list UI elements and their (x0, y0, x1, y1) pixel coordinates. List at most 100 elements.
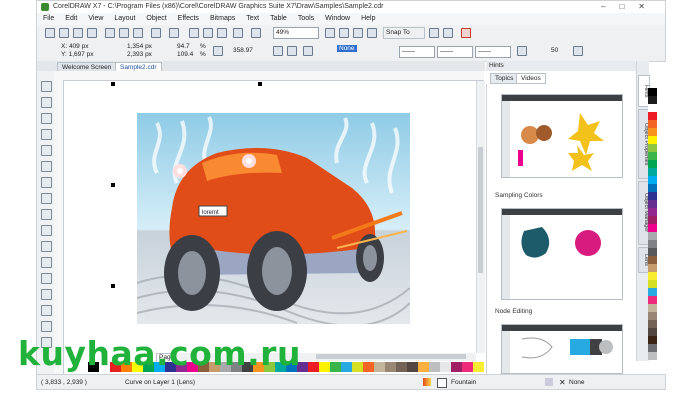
rectangle-tool-icon[interactable] (41, 177, 52, 188)
hint-label-node-editing[interactable]: Node Editing (495, 308, 532, 315)
selection-handle[interactable] (258, 82, 262, 86)
video-thumbnail[interactable] (501, 208, 623, 300)
palette-swatch[interactable] (648, 176, 657, 184)
tab-videos[interactable]: Videos (516, 73, 546, 84)
copy-icon[interactable] (119, 28, 129, 38)
redo-icon[interactable] (169, 28, 179, 38)
pick-tool-icon[interactable] (41, 81, 52, 92)
palette-swatch[interactable] (648, 352, 657, 360)
save-icon[interactable] (73, 28, 83, 38)
scroll-thumb[interactable] (316, 354, 466, 359)
menu-window[interactable]: Window (325, 15, 350, 22)
end-arrowhead-combo[interactable]: —— (475, 46, 511, 58)
palette-swatch[interactable] (396, 362, 407, 372)
rotation-angle-field[interactable]: 358.97 (233, 47, 253, 54)
palette-swatch[interactable] (648, 344, 657, 352)
welcome-screen-icon[interactable] (443, 28, 453, 38)
menu-edit[interactable]: Edit (65, 15, 77, 22)
outline-width-combo[interactable]: None (337, 45, 357, 52)
search-content-icon[interactable] (189, 28, 199, 38)
connector-tool-icon[interactable] (41, 257, 52, 268)
full-screen-icon[interactable] (325, 28, 335, 38)
zoom-level-combo[interactable]: 49% (273, 27, 319, 39)
palette-swatch[interactable] (385, 362, 396, 372)
scroll-thumb[interactable] (478, 147, 483, 273)
palette-swatch[interactable] (429, 362, 440, 372)
palette-swatch[interactable] (648, 96, 657, 104)
palette-swatch[interactable] (648, 296, 657, 304)
polygon-tool-icon[interactable] (41, 209, 52, 220)
palette-swatch[interactable] (648, 168, 657, 176)
width-field[interactable]: 1,354 px (127, 43, 152, 50)
palette-swatch[interactable] (418, 362, 429, 372)
menu-text[interactable]: Text (246, 15, 259, 22)
palette-swatch[interactable] (648, 304, 657, 312)
palette-swatch[interactable] (648, 120, 657, 128)
menu-table[interactable]: Table (270, 15, 287, 22)
height-field[interactable]: 2,393 px (127, 51, 152, 58)
palette-swatch[interactable] (330, 362, 341, 372)
palette-swatch[interactable] (648, 224, 657, 232)
fill-color-box[interactable] (437, 378, 447, 388)
vertical-scrollbar[interactable] (476, 81, 485, 353)
palette-swatch[interactable] (308, 362, 319, 372)
drop-shadow-tool-icon[interactable] (41, 273, 52, 284)
fill-swatch-icon[interactable] (423, 378, 431, 386)
palette-swatch[interactable] (648, 128, 657, 136)
palette-swatch[interactable] (352, 362, 363, 372)
palette-swatch[interactable] (648, 336, 657, 344)
mirror-horizontal-icon[interactable] (273, 46, 283, 56)
interactive-fill-tool-icon[interactable] (41, 321, 52, 332)
palette-swatch[interactable] (648, 144, 657, 152)
palette-swatch[interactable] (648, 248, 657, 256)
show-rulers-icon[interactable] (339, 28, 349, 38)
close-curve-icon[interactable] (517, 46, 527, 56)
palette-swatch[interactable] (319, 362, 330, 372)
palette-swatch[interactable] (648, 208, 657, 216)
video-thumbnail[interactable] (501, 324, 623, 374)
open-icon[interactable] (59, 28, 69, 38)
palette-swatch[interactable] (374, 362, 385, 372)
scale-y-field[interactable]: 109.4 (177, 51, 193, 58)
outline-pen-icon[interactable] (545, 378, 553, 386)
show-guidelines-icon[interactable] (367, 28, 377, 38)
line-style-combo[interactable]: —— (437, 46, 473, 58)
launch-icon[interactable] (461, 28, 471, 38)
menu-tools[interactable]: Tools (298, 15, 314, 22)
palette-swatch[interactable] (407, 362, 418, 372)
palette-swatch[interactable] (648, 200, 657, 208)
shape-tool-icon[interactable] (41, 97, 52, 108)
palette-swatch[interactable] (648, 264, 657, 272)
palette-swatch[interactable] (648, 272, 657, 280)
publish-pdf-icon[interactable] (233, 28, 243, 38)
palette-swatch[interactable] (648, 232, 657, 240)
wrap-text-icon[interactable] (303, 46, 313, 56)
x-position-field[interactable]: X: 409 px (61, 43, 88, 50)
y-position-field[interactable]: Y: 1,697 px (61, 51, 94, 58)
menu-object[interactable]: Object (146, 15, 166, 22)
parallel-dimension-tool-icon[interactable] (41, 241, 52, 252)
ellipse-tool-icon[interactable] (41, 193, 52, 204)
selection-handle[interactable] (111, 82, 115, 86)
palette-swatch[interactable] (648, 112, 657, 120)
color-eyedropper-tool-icon[interactable] (41, 305, 52, 316)
snap-to-dropdown[interactable]: Snap To (383, 27, 425, 39)
vertical-ruler[interactable] (54, 80, 64, 376)
palette-swatch[interactable] (648, 240, 657, 248)
horizontal-ruler[interactable] (54, 71, 484, 81)
palette-swatch[interactable] (648, 280, 657, 288)
window-controls[interactable]: –□✕ (601, 2, 659, 11)
palette-swatch[interactable] (451, 362, 462, 372)
palette-swatch[interactable] (648, 328, 657, 336)
palette-swatch[interactable] (648, 312, 657, 320)
import-icon[interactable] (203, 28, 213, 38)
menu-layout[interactable]: Layout (114, 15, 135, 22)
curve-smoothing-field[interactable]: 50 (551, 47, 558, 54)
selection-handle[interactable] (111, 183, 115, 187)
transparency-tool-icon[interactable] (41, 289, 52, 300)
palette-swatch[interactable] (648, 104, 657, 112)
cut-icon[interactable] (105, 28, 115, 38)
palette-swatch[interactable] (648, 152, 657, 160)
palette-swatch[interactable] (648, 216, 657, 224)
menu-view[interactable]: View (88, 15, 103, 22)
